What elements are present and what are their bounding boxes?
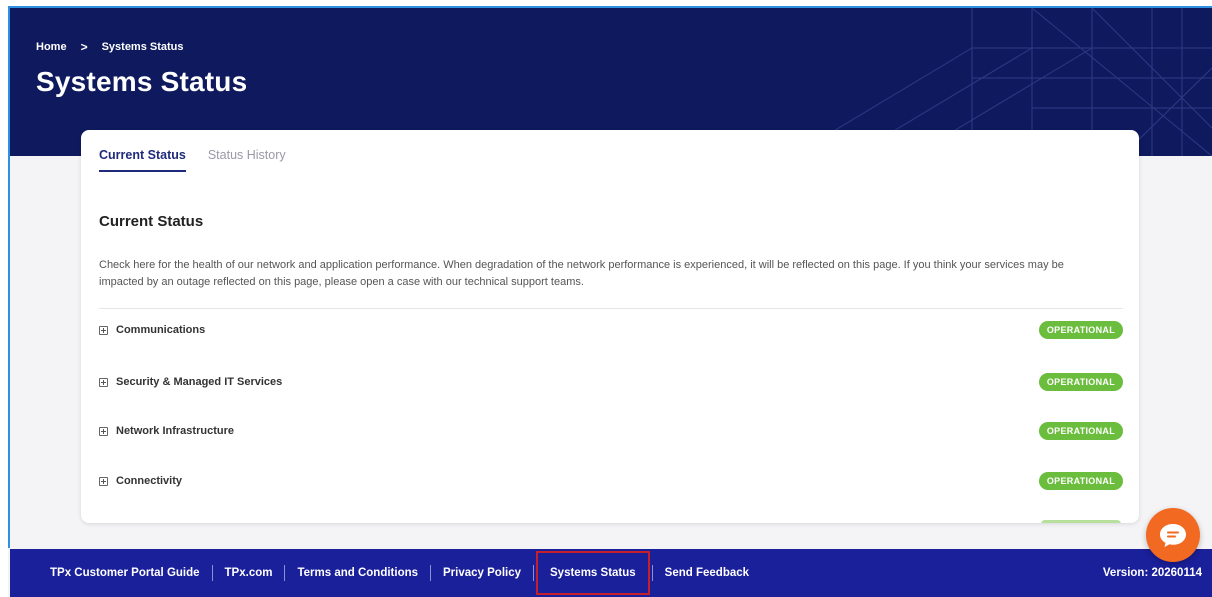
status-badge-partial [1041, 520, 1121, 523]
status-row-left: Network Infrastructure [99, 425, 234, 437]
expand-plus-icon[interactable] [99, 426, 108, 436]
status-row-security[interactable]: Security & Managed IT Services OPERATION… [99, 371, 1123, 393]
status-row-network-infrastructure[interactable]: Network Infrastructure OPERATIONAL [99, 420, 1123, 442]
status-row-communications[interactable]: Communications OPERATIONAL [99, 319, 1123, 341]
status-row-left: Connectivity [99, 475, 182, 487]
footer-link-terms[interactable]: Terms and Conditions [285, 567, 430, 579]
service-label: Network Infrastructure [116, 425, 234, 437]
expand-plus-icon[interactable] [99, 476, 108, 486]
status-badge: OPERATIONAL [1038, 373, 1123, 391]
status-row-left: Communications [99, 324, 205, 336]
status-row-connectivity[interactable]: Connectivity OPERATIONAL [99, 470, 1123, 492]
status-intro-text: Check here for the health of our network… [99, 259, 1064, 288]
service-label: Security & Managed IT Services [116, 376, 283, 388]
status-row-left: Security & Managed IT Services [99, 376, 282, 388]
breadcrumb-home-link[interactable]: Home [36, 41, 67, 53]
breadcrumb-current: Systems Status [101, 41, 184, 53]
footer-link-privacy[interactable]: Privacy Policy [431, 567, 533, 579]
expand-plus-icon[interactable] [99, 377, 108, 387]
chat-button[interactable] [1146, 508, 1200, 562]
footer-link-tpx-com[interactable]: TPx.com [213, 567, 285, 579]
version-label: Version: 20260114 [1102, 567, 1202, 579]
footer-separator [533, 565, 535, 581]
status-badge: OPERATIONAL [1038, 321, 1123, 339]
status-card: Current Status Status History Current St… [81, 130, 1139, 523]
status-badge: OPERATIONAL [1038, 422, 1123, 440]
status-badge: OPERATIONAL [1038, 472, 1123, 490]
divider [99, 308, 1123, 309]
status-tabs: Current Status Status History [99, 148, 286, 172]
chevron-right-icon: > [80, 40, 88, 54]
tab-current-status[interactable]: Current Status [99, 148, 186, 172]
footer-link-send-feedback[interactable]: Send Feedback [653, 567, 761, 579]
footer-links: TPx Customer Portal Guide TPx.com Terms … [10, 551, 761, 595]
window-left-margin [0, 8, 8, 597]
page-footer: TPx Customer Portal Guide TPx.com Terms … [10, 549, 1212, 597]
section-title: Current Status [99, 213, 204, 230]
breadcrumb: Home > Systems Status [36, 40, 184, 54]
tab-status-history[interactable]: Status History [208, 148, 286, 172]
footer-link-systems-status[interactable]: Systems Status [536, 551, 650, 595]
service-label: Connectivity [116, 475, 183, 487]
chat-bubble-icon [1160, 524, 1186, 547]
page-title: Systems Status [36, 66, 248, 97]
service-label: Communications [116, 324, 206, 336]
expand-plus-icon[interactable] [99, 325, 108, 335]
footer-link-portal-guide[interactable]: TPx Customer Portal Guide [38, 567, 212, 579]
